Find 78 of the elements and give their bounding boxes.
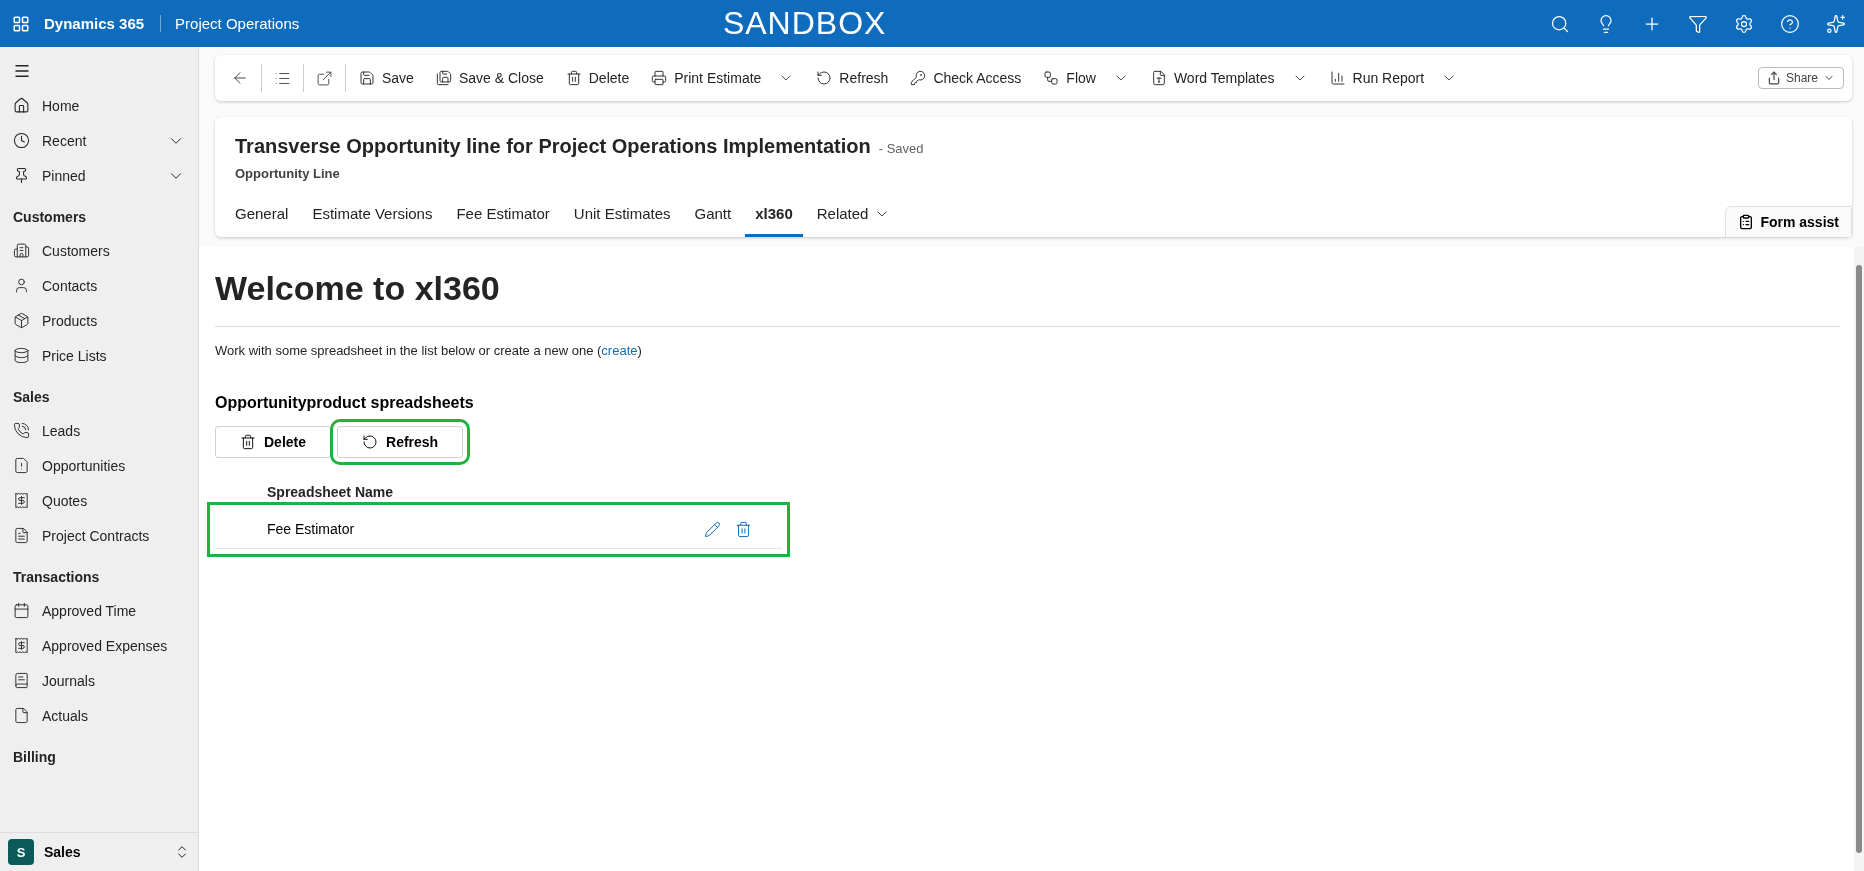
- sidebar-item[interactable]: Approved Expenses: [0, 628, 198, 663]
- sidebar-item[interactable]: Project Contracts: [0, 518, 198, 553]
- refresh-icon: [816, 70, 833, 86]
- trash-icon: [240, 434, 256, 450]
- settings-icon[interactable]: [1734, 13, 1754, 34]
- command-button[interactable]: Save: [350, 64, 423, 92]
- home-icon: [13, 97, 30, 114]
- command-button[interactable]: Flow: [1034, 64, 1138, 92]
- sidebar-item[interactable]: Actuals: [0, 698, 198, 733]
- area-switcher[interactable]: S Sales: [0, 832, 198, 871]
- sidebar-item[interactable]: Recent: [0, 123, 198, 158]
- tab[interactable]: Related: [806, 195, 901, 237]
- tab[interactable]: Unit Estimates: [563, 195, 681, 237]
- print-icon: [651, 70, 668, 86]
- command-button[interactable]: Run Report: [1320, 64, 1467, 92]
- tab[interactable]: Estimate Versions: [302, 195, 443, 237]
- sidebar-group-title: Sales: [12, 388, 51, 407]
- share-icon: [1766, 71, 1781, 85]
- share-button[interactable]: Share: [1757, 67, 1844, 89]
- record-title: Transverse Opportunity line for Project Operations Implementation: [235, 135, 871, 158]
- app-launcher-icon[interactable]: [12, 14, 30, 33]
- tab[interactable]: Gantt: [684, 195, 742, 237]
- delete-button[interactable]: Delete: [215, 426, 332, 458]
- document-icon: [1150, 70, 1167, 86]
- sidebar-item[interactable]: Products: [0, 303, 198, 338]
- help-icon[interactable]: [1780, 13, 1800, 34]
- sidebar-item[interactable]: Pinned: [0, 158, 198, 193]
- pencil-icon: [704, 520, 721, 538]
- sidebar-item[interactable]: Contacts: [0, 268, 198, 303]
- sidebar-group-title: Billing: [12, 748, 57, 767]
- sidebar-item[interactable]: Approved Time: [0, 593, 198, 628]
- filter-icon[interactable]: [1688, 13, 1708, 34]
- pin-icon: [13, 167, 30, 184]
- sidebar-item[interactable]: Opportunities: [0, 448, 198, 483]
- column-header: Spreadsheet Name: [267, 484, 395, 500]
- tab[interactable]: xl360: [745, 195, 803, 237]
- edit-button[interactable]: [704, 520, 721, 538]
- clock-icon: [13, 132, 30, 149]
- command-button[interactable]: Delete: [556, 64, 639, 92]
- trash-icon: [565, 70, 582, 86]
- command-button[interactable]: Refresh: [807, 64, 898, 92]
- form-assist-button[interactable]: Form assist: [1725, 206, 1852, 237]
- sidebar-item[interactable]: Quotes: [0, 483, 198, 518]
- description-text: Work with some spreadsheet in the list below or create a new one (create): [215, 343, 643, 358]
- chart-icon: [1329, 70, 1346, 86]
- page-heading: Welcome to xl360: [215, 269, 501, 308]
- save-status: - Saved: [878, 141, 924, 156]
- key-icon: [910, 70, 927, 86]
- entity-name: Opportunity Line: [235, 166, 341, 181]
- save-close-icon: [435, 70, 452, 86]
- sidebar-item[interactable]: Journals: [0, 663, 198, 698]
- command-button[interactable]: Word Templates: [1141, 64, 1317, 92]
- delete-button[interactable]: [735, 520, 752, 538]
- command-button[interactable]: Print Estimate: [642, 64, 804, 92]
- section-title: Opportunityproduct spreadsheets: [215, 394, 475, 412]
- sidebar-item[interactable]: Customers: [0, 233, 198, 268]
- trash-icon: [735, 520, 752, 538]
- spreadsheet-row[interactable]: Fee Estimator: [215, 510, 782, 549]
- flow-icon: [1043, 70, 1060, 86]
- sidebar-group-title: Transactions: [12, 568, 101, 587]
- sidebar-item[interactable]: Price Lists: [0, 338, 198, 373]
- sidebar-group-title: Customers: [12, 208, 88, 227]
- sidebar-item[interactable]: Leads: [0, 413, 198, 448]
- external-link-icon: [316, 69, 333, 87]
- tab[interactable]: General: [235, 195, 299, 237]
- refresh-icon: [362, 434, 379, 450]
- command-button[interactable]: Check Access: [901, 64, 1031, 92]
- app-name: Project Operations: [175, 15, 300, 32]
- tab[interactable]: Fee Estimator: [446, 195, 560, 237]
- save-icon: [359, 70, 375, 86]
- environment-label: SANDBOX: [722, 5, 887, 42]
- search-icon[interactable]: [1550, 13, 1570, 34]
- brand-name: Dynamics 365: [44, 15, 162, 32]
- create-link[interactable]: create: [601, 343, 638, 358]
- clipboard-icon: [1738, 214, 1755, 230]
- sidebar-item[interactable]: Home: [0, 88, 198, 123]
- command-button[interactable]: Save & Close: [426, 64, 553, 92]
- sparkle-icon[interactable]: [1826, 13, 1846, 34]
